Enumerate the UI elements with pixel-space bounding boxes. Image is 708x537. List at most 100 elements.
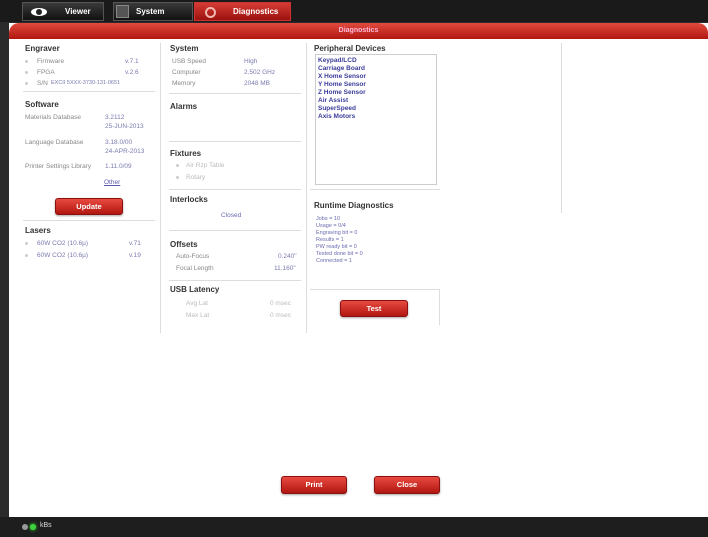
bullet (176, 164, 179, 167)
divider (439, 289, 440, 325)
runtime-line: Usage = 0/4 (316, 223, 346, 229)
software-key: Materials Database (25, 114, 81, 121)
divider (169, 189, 301, 190)
divider (169, 230, 301, 231)
peripheral-title: Peripheral Devices (314, 44, 386, 53)
divider (23, 91, 155, 92)
bullet (176, 176, 179, 179)
divider (169, 141, 301, 142)
system-icon (116, 5, 129, 18)
tab-diagnostics-label: Diagnostics (233, 7, 279, 16)
latency-key: Avg Lat (186, 300, 208, 307)
update-button[interactable]: Update (55, 198, 123, 215)
engraver-value: EXCII 5XXX-3730-131-0651 (51, 80, 121, 86)
peripheral-item: X Home Sensor (318, 73, 367, 80)
laser-name: 60W CO2 (10.6µ) (37, 240, 89, 247)
offset-value: 0.240" (278, 253, 297, 260)
software-value: 1.11.0/09 (105, 163, 132, 170)
lasers-title: Lasers (25, 226, 51, 235)
runtime-line: Engraving bit = 0 (316, 230, 358, 236)
software-date: 25-JUN-2013 (105, 123, 144, 130)
fixture-name: Air Rzp Table (186, 162, 225, 169)
engraver-key: Firmware (37, 58, 65, 65)
laser-name: 60W CO2 (10.6µ) (37, 252, 89, 259)
status-label: kBs (40, 522, 52, 529)
test-button[interactable]: Test (340, 300, 408, 317)
fixture-name: Rotary (186, 174, 206, 181)
interlocks-title: Interlocks (170, 195, 208, 204)
system-value: High (244, 58, 258, 65)
interlock-status: Closed (221, 212, 242, 219)
tab-viewer[interactable]: Viewer (22, 2, 104, 21)
engraver-value: v.2.6 (125, 69, 139, 76)
system-value: 2048 MB (244, 80, 271, 87)
runtime-line: Connected = 1 (316, 258, 352, 264)
status-bar: kBs (0, 517, 708, 537)
status-led-icon (22, 524, 28, 530)
offsets-title: Offsets (170, 240, 198, 249)
bullet (25, 60, 28, 63)
divider (310, 289, 440, 290)
print-button[interactable]: Print (281, 476, 347, 494)
laser-version: v.71 (129, 240, 141, 247)
bullet (25, 242, 28, 245)
diagnostics-panel: Diagnostics Engraver Firmware v.7.1 FPGA… (9, 23, 708, 517)
bullet (25, 254, 28, 257)
tab-viewer-label: Viewer (65, 7, 91, 16)
peripheral-item: Keypad/LCD (318, 57, 357, 64)
column-divider (160, 43, 161, 333)
peripheral-item: Z Home Sensor (318, 89, 366, 96)
runtime-title: Runtime Diagnostics (314, 201, 394, 210)
software-key: Printer Settings Library (25, 163, 92, 170)
usb-latency-title: USB Latency (170, 285, 220, 294)
peripheral-item: Air Assist (318, 97, 349, 104)
software-title: Software (25, 100, 59, 109)
engraver-key: FPGA (37, 69, 55, 76)
laser-version: v.19 (129, 252, 141, 259)
software-value: 3.2112 (105, 114, 125, 121)
offset-key: Focal Length (176, 265, 214, 272)
system-key: Memory (172, 80, 196, 87)
top-tab-bar: Viewer System Diagnostics (0, 0, 708, 22)
window-title: Diagnostics (9, 23, 708, 39)
runtime-line: PW ready bit = 0 (316, 244, 357, 250)
eye-icon (31, 8, 47, 16)
peripheral-item: Y Home Sensor (318, 81, 366, 88)
runtime-line: Jobs = 10 (316, 216, 341, 222)
diagnostics-icon (205, 7, 216, 18)
software-date: 24-APR-2013 (105, 148, 145, 155)
divider (169, 280, 301, 281)
runtime-line: Results = 1 (316, 237, 344, 243)
divider (310, 189, 440, 190)
runtime-line: Tested done bit = 0 (316, 251, 363, 257)
offset-value: 11.160" (274, 265, 296, 272)
bullet (25, 82, 28, 85)
latency-key: Max Lat (186, 312, 210, 319)
status-led-icon (30, 524, 36, 530)
column-divider (561, 43, 562, 213)
offset-key: Auto-Focus (176, 253, 210, 260)
software-key: Language Database (25, 139, 84, 146)
engraver-value: v.7.1 (125, 58, 139, 65)
system-key: USB Speed (172, 58, 206, 65)
system-key: Computer (172, 69, 201, 76)
column-divider (306, 43, 307, 333)
close-button[interactable]: Close (374, 476, 440, 494)
divider (169, 93, 301, 94)
other-link[interactable]: Other (104, 179, 120, 186)
tab-system[interactable]: System (113, 2, 193, 21)
engraver-title: Engraver (25, 44, 60, 53)
bullet (25, 71, 28, 74)
latency-value: 0 msec (270, 300, 291, 307)
engraver-key: S/N (37, 80, 48, 87)
divider (23, 220, 155, 221)
system-value: 2.502 GHz (244, 69, 276, 76)
latency-value: 0 msec (270, 312, 291, 319)
tab-system-label: System (136, 7, 165, 16)
software-value: 3.18.0/00 (105, 139, 133, 146)
system-title: System (170, 44, 199, 53)
peripheral-item: SuperSpeed (318, 105, 356, 112)
fixtures-title: Fixtures (170, 149, 202, 158)
peripheral-item: Carriage Board (318, 65, 365, 72)
tab-diagnostics[interactable]: Diagnostics (194, 2, 291, 21)
